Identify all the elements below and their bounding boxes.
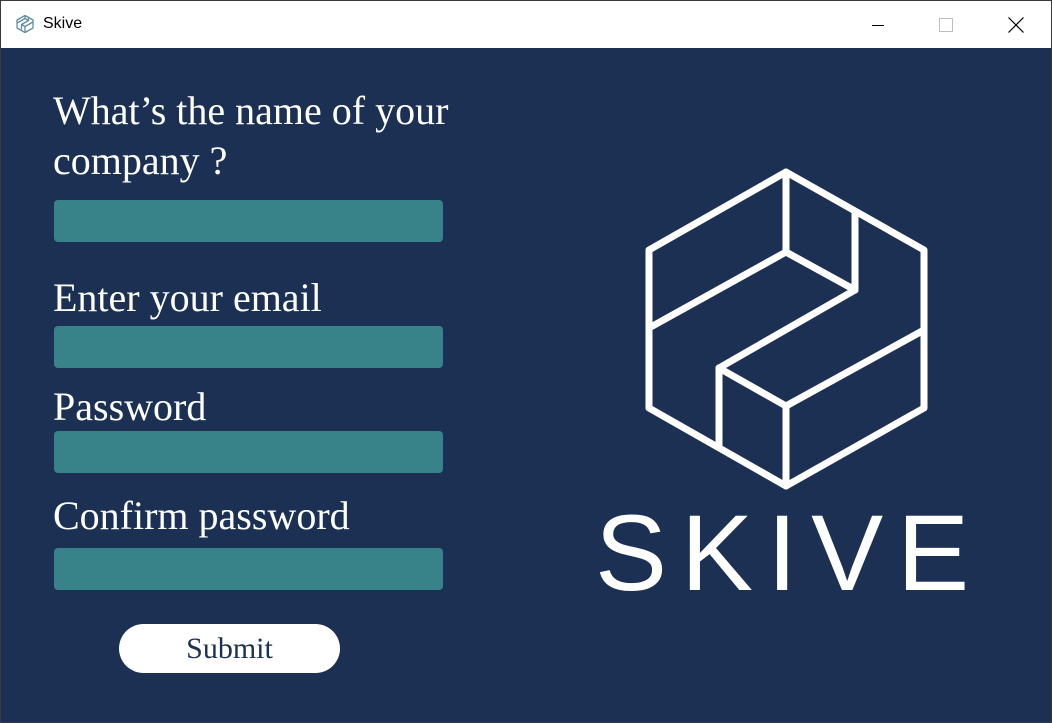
window-title: Skive [43,15,83,32]
confirm-password-label: Confirm password [53,493,350,538]
minimize-icon [872,24,884,26]
skive-logo-icon [15,14,35,34]
company-input[interactable] [54,200,443,242]
maximize-button[interactable] [911,1,981,48]
skive-hexagon-logo-icon [645,168,928,490]
brand-wordmark: SKIVE [595,492,984,613]
confirm-password-input[interactable] [54,548,443,590]
email-input[interactable] [54,326,443,368]
maximize-icon [939,17,953,32]
close-button[interactable] [981,1,1051,48]
password-label: Password [53,384,207,429]
email-label: Enter your email [53,275,322,320]
minimize-button[interactable] [843,1,913,48]
title-bar[interactable]: Skive [1,1,1051,48]
signup-panel: What’s the name of your company ? Enter … [1,48,1051,722]
app-window: Skive What’s the name of your company ? … [0,0,1052,723]
password-input[interactable] [54,431,443,473]
close-icon [1008,16,1024,33]
company-label: What’s the name of your company ? [53,88,449,183]
submit-button[interactable]: Submit [119,624,340,673]
